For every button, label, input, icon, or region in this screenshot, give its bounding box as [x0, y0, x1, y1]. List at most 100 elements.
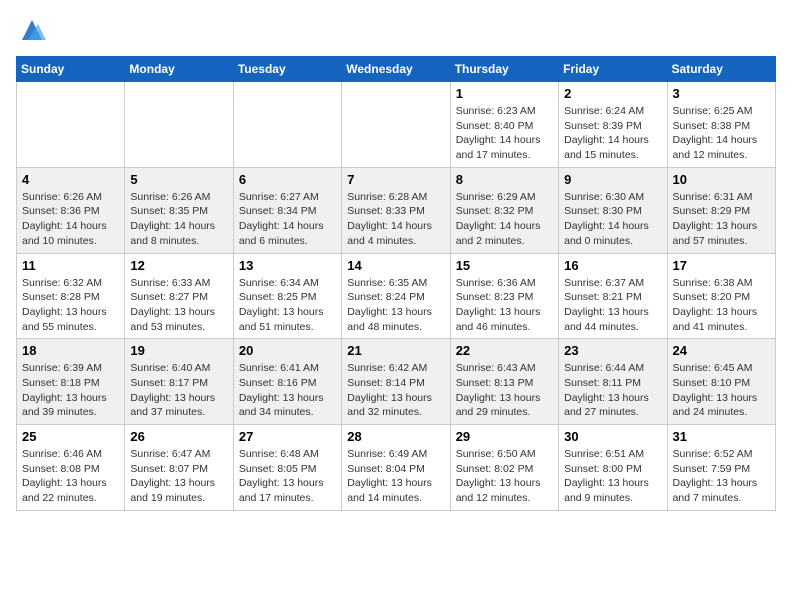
calendar-day-cell: 1 Sunrise: 6:23 AMSunset: 8:40 PMDaylight… [450, 82, 558, 168]
day-info: Sunrise: 6:34 AMSunset: 8:25 PMDaylight:… [239, 276, 336, 335]
calendar-day-cell: 8 Sunrise: 6:29 AMSunset: 8:32 PMDaylight… [450, 167, 558, 253]
calendar-day-cell: 22 Sunrise: 6:43 AMSunset: 8:13 PMDayligh… [450, 339, 558, 425]
empty-cell [17, 82, 125, 168]
day-info: Sunrise: 6:46 AMSunset: 8:08 PMDaylight:… [22, 447, 119, 506]
day-number: 5 [130, 172, 227, 187]
calendar-table: SundayMondayTuesdayWednesdayThursdayFrid… [16, 56, 776, 511]
day-of-week-header: Saturday [667, 57, 775, 82]
day-number: 8 [456, 172, 553, 187]
day-number: 12 [130, 258, 227, 273]
day-number: 16 [564, 258, 661, 273]
day-number: 1 [456, 86, 553, 101]
day-number: 19 [130, 343, 227, 358]
calendar-day-cell: 25 Sunrise: 6:46 AMSunset: 8:08 PMDayligh… [17, 425, 125, 511]
day-of-week-header: Wednesday [342, 57, 450, 82]
day-of-week-header: Tuesday [233, 57, 341, 82]
day-number: 31 [673, 429, 770, 444]
calendar-day-cell: 7 Sunrise: 6:28 AMSunset: 8:33 PMDaylight… [342, 167, 450, 253]
day-info: Sunrise: 6:30 AMSunset: 8:30 PMDaylight:… [564, 190, 661, 249]
day-info: Sunrise: 6:45 AMSunset: 8:10 PMDaylight:… [673, 361, 770, 420]
day-number: 6 [239, 172, 336, 187]
day-info: Sunrise: 6:41 AMSunset: 8:16 PMDaylight:… [239, 361, 336, 420]
calendar-day-cell: 20 Sunrise: 6:41 AMSunset: 8:16 PMDayligh… [233, 339, 341, 425]
day-number: 27 [239, 429, 336, 444]
calendar-day-cell: 2 Sunrise: 6:24 AMSunset: 8:39 PMDaylight… [559, 82, 667, 168]
day-number: 21 [347, 343, 444, 358]
calendar-day-cell: 12 Sunrise: 6:33 AMSunset: 8:27 PMDayligh… [125, 253, 233, 339]
calendar-day-cell: 19 Sunrise: 6:40 AMSunset: 8:17 PMDayligh… [125, 339, 233, 425]
day-info: Sunrise: 6:32 AMSunset: 8:28 PMDaylight:… [22, 276, 119, 335]
day-info: Sunrise: 6:23 AMSunset: 8:40 PMDaylight:… [456, 104, 553, 163]
calendar-day-cell: 13 Sunrise: 6:34 AMSunset: 8:25 PMDayligh… [233, 253, 341, 339]
day-number: 24 [673, 343, 770, 358]
day-info: Sunrise: 6:29 AMSunset: 8:32 PMDaylight:… [456, 190, 553, 249]
calendar-day-cell: 26Sunrise: 6:47 AMSunset: 8:07 PMDayligh… [125, 425, 233, 511]
day-number: 17 [673, 258, 770, 273]
day-of-week-header: Sunday [17, 57, 125, 82]
day-number: 18 [22, 343, 119, 358]
day-info: Sunrise: 6:44 AMSunset: 8:11 PMDaylight:… [564, 361, 661, 420]
day-number: 23 [564, 343, 661, 358]
day-number: 15 [456, 258, 553, 273]
calendar-day-cell: 24 Sunrise: 6:45 AMSunset: 8:10 PMDayligh… [667, 339, 775, 425]
calendar-day-cell: 15 Sunrise: 6:36 AMSunset: 8:23 PMDayligh… [450, 253, 558, 339]
logo-icon [18, 16, 46, 44]
calendar-day-cell: 5 Sunrise: 6:26 AMSunset: 8:35 PMDaylight… [125, 167, 233, 253]
day-info: Sunrise: 6:51 AMSunset: 8:00 PMDaylight:… [564, 447, 661, 506]
day-info: Sunrise: 6:24 AMSunset: 8:39 PMDaylight:… [564, 104, 661, 163]
calendar-day-cell: 21 Sunrise: 6:42 AMSunset: 8:14 PMDayligh… [342, 339, 450, 425]
day-info: Sunrise: 6:36 AMSunset: 8:23 PMDaylight:… [456, 276, 553, 335]
day-number: 25 [22, 429, 119, 444]
calendar-day-cell: 27 Sunrise: 6:48 AMSunset: 8:05 PMDayligh… [233, 425, 341, 511]
calendar-day-cell: 17 Sunrise: 6:38 AMSunset: 8:20 PMDayligh… [667, 253, 775, 339]
day-info: Sunrise: 6:31 AMSunset: 8:29 PMDaylight:… [673, 190, 770, 249]
day-number: 10 [673, 172, 770, 187]
calendar-day-cell: 6Sunrise: 6:27 AMSunset: 8:34 PMDaylight… [233, 167, 341, 253]
logo [16, 16, 46, 44]
day-number: 13 [239, 258, 336, 273]
day-info: Sunrise: 6:37 AMSunset: 8:21 PMDaylight:… [564, 276, 661, 335]
day-info: Sunrise: 6:28 AMSunset: 8:33 PMDaylight:… [347, 190, 444, 249]
day-number: 29 [456, 429, 553, 444]
day-number: 2 [564, 86, 661, 101]
day-info: Sunrise: 6:25 AMSunset: 8:38 PMDaylight:… [673, 104, 770, 163]
calendar-day-cell: 10 Sunrise: 6:31 AMSunset: 8:29 PMDayligh… [667, 167, 775, 253]
calendar-day-cell: 23 Sunrise: 6:44 AMSunset: 8:11 PMDayligh… [559, 339, 667, 425]
day-info: Sunrise: 6:52 AMSunset: 7:59 PMDaylight:… [673, 447, 770, 506]
day-of-week-header: Friday [559, 57, 667, 82]
day-of-week-header: Monday [125, 57, 233, 82]
day-number: 4 [22, 172, 119, 187]
day-info: Sunrise: 6:50 AMSunset: 8:02 PMDaylight:… [456, 447, 553, 506]
day-info: Sunrise: 6:42 AMSunset: 8:14 PMDaylight:… [347, 361, 444, 420]
calendar-day-cell: 4 Sunrise: 6:26 AMSunset: 8:36 PMDaylight… [17, 167, 125, 253]
day-info: Sunrise: 6:35 AMSunset: 8:24 PMDaylight:… [347, 276, 444, 335]
empty-cell [342, 82, 450, 168]
day-info: Sunrise: 6:38 AMSunset: 8:20 PMDaylight:… [673, 276, 770, 335]
calendar-day-cell: 9 Sunrise: 6:30 AMSunset: 8:30 PMDaylight… [559, 167, 667, 253]
empty-cell [125, 82, 233, 168]
day-number: 22 [456, 343, 553, 358]
day-info: Sunrise: 6:43 AMSunset: 8:13 PMDaylight:… [456, 361, 553, 420]
calendar-day-cell: 31 Sunrise: 6:52 AMSunset: 7:59 PMDayligh… [667, 425, 775, 511]
calendar-day-cell: 30 Sunrise: 6:51 AMSunset: 8:00 PMDayligh… [559, 425, 667, 511]
day-info: Sunrise: 6:26 AMSunset: 8:35 PMDaylight:… [130, 190, 227, 249]
day-number: 20 [239, 343, 336, 358]
day-info: Sunrise: 6:26 AMSunset: 8:36 PMDaylight:… [22, 190, 119, 249]
empty-cell [233, 82, 341, 168]
day-info: Sunrise: 6:48 AMSunset: 8:05 PMDaylight:… [239, 447, 336, 506]
calendar-day-cell: 14Sunrise: 6:35 AMSunset: 8:24 PMDayligh… [342, 253, 450, 339]
day-info: Sunrise: 6:39 AMSunset: 8:18 PMDaylight:… [22, 361, 119, 420]
day-of-week-header: Thursday [450, 57, 558, 82]
calendar-day-cell: 29 Sunrise: 6:50 AMSunset: 8:02 PMDayligh… [450, 425, 558, 511]
page-header [16, 16, 776, 44]
day-number: 9 [564, 172, 661, 187]
day-number: 30 [564, 429, 661, 444]
day-info: Sunrise: 6:40 AMSunset: 8:17 PMDaylight:… [130, 361, 227, 420]
day-number: 3 [673, 86, 770, 101]
day-info: Sunrise: 6:49 AMSunset: 8:04 PMDaylight:… [347, 447, 444, 506]
calendar-day-cell: 18 Sunrise: 6:39 AMSunset: 8:18 PMDayligh… [17, 339, 125, 425]
day-number: 7 [347, 172, 444, 187]
calendar-day-cell: 16 Sunrise: 6:37 AMSunset: 8:21 PMDayligh… [559, 253, 667, 339]
day-info: Sunrise: 6:33 AMSunset: 8:27 PMDaylight:… [130, 276, 227, 335]
day-info: Sunrise: 6:47 AMSunset: 8:07 PMDaylight:… [130, 447, 227, 506]
